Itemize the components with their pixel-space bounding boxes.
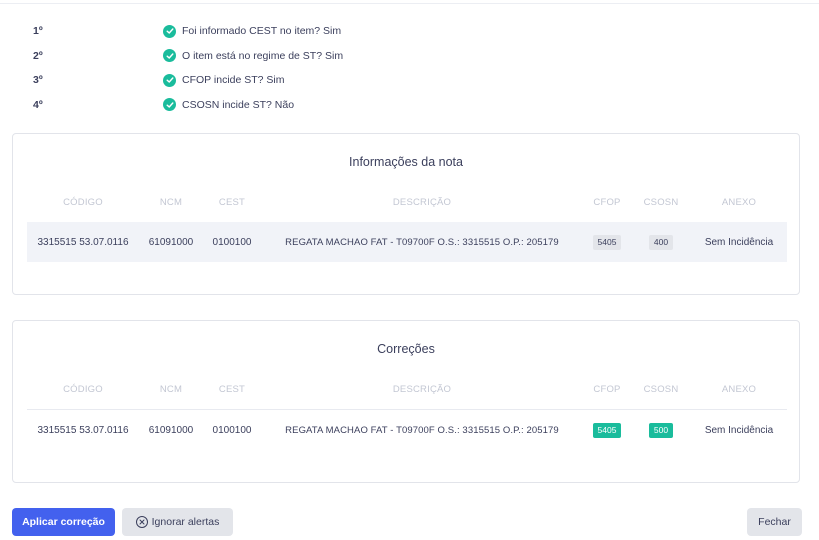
header-codigo: CÓDIGO — [63, 383, 103, 395]
header-csosn: CSOSN — [643, 196, 679, 208]
apply-correction-button[interactable]: Aplicar correção — [12, 508, 115, 536]
ignore-alerts-label: Ignorar alertas — [151, 516, 220, 528]
header-descricao: DESCRIÇÃO — [392, 383, 452, 395]
top-divider — [0, 3, 819, 4]
cfop-badge: 5405 — [592, 422, 622, 438]
cell-csosn: 500 — [639, 410, 683, 450]
cell-anexo: Sem Incidência — [704, 424, 774, 436]
header-cest: CEST — [218, 196, 246, 208]
header-anexo: ANEXO — [721, 383, 757, 395]
table-row: 3315515 53.07.0116 61091000 0100100 REGA… — [27, 222, 787, 262]
cell-codigo: 3315515 53.07.0116 — [37, 424, 129, 436]
check-circle-icon — [163, 98, 176, 112]
cell-csosn: 400 — [639, 222, 683, 262]
cell-anexo: Sem Incidência — [704, 236, 774, 248]
cell-ncm: 61091000 — [148, 236, 194, 248]
cell-ncm: 61091000 — [148, 424, 194, 436]
step-number: 1º — [33, 25, 43, 38]
cell-cest: 0100100 — [212, 236, 252, 248]
step-number: 2º — [33, 49, 43, 62]
header-ncm: NCM — [159, 383, 183, 395]
table-header: CÓDIGO NCM CEST DESCRIÇÃO CFOP CSOSN ANE… — [27, 369, 787, 409]
check-circle-icon — [163, 24, 176, 38]
check-circle-icon — [163, 73, 176, 87]
cfop-badge: 5405 — [592, 234, 622, 250]
cell-codigo: 3315515 53.07.0116 — [37, 236, 129, 248]
card-title: Informações da nota — [349, 155, 463, 169]
header-anexo: ANEXO — [721, 196, 757, 208]
header-descricao: DESCRIÇÃO — [392, 196, 452, 208]
close-circle-icon — [135, 516, 148, 528]
step-text: CSOSN incide ST? Não — [182, 98, 295, 111]
step-number: 4º — [33, 98, 43, 111]
table-header: CÓDIGO NCM CEST DESCRIÇÃO CFOP CSOSN ANE… — [27, 182, 787, 222]
check-circle-icon — [163, 49, 176, 63]
close-button[interactable]: Fechar — [747, 508, 802, 536]
step-1: 1º Foi informado CEST no item? Sim — [33, 19, 343, 44]
header-ncm: NCM — [159, 196, 183, 208]
csosn-badge: 400 — [648, 234, 674, 250]
header-codigo: CÓDIGO — [63, 196, 103, 208]
step-4: 4º CSOSN incide ST? Não — [33, 93, 343, 118]
cell-cfop: 5405 — [587, 410, 627, 450]
cell-cest: 0100100 — [212, 424, 252, 436]
step-text: CFOP incide ST? Sim — [182, 74, 285, 87]
ignore-alerts-button[interactable]: Ignorar alertas — [122, 508, 233, 536]
header-cfop: CFOP — [593, 383, 621, 395]
cell-descricao: REGATA MACHAO FAT - T09700F O.S.: 331551… — [285, 424, 559, 436]
header-cfop: CFOP — [593, 196, 621, 208]
correcoes-card: Correções CÓDIGO NCM CEST DESCRIÇÃO CFOP… — [12, 320, 800, 483]
table-row: 3315515 53.07.0116 61091000 0100100 REGA… — [27, 409, 787, 450]
step-number: 3º — [33, 74, 43, 87]
validation-steps: 1º Foi informado CEST no item? Sim 2º O … — [33, 19, 343, 117]
step-text: O item está no regime de ST? Sim — [182, 49, 344, 62]
cell-descricao: REGATA MACHAO FAT - T09700F O.S.: 331551… — [285, 236, 559, 248]
nota-info-card: Informações da nota CÓDIGO NCM CEST DESC… — [12, 133, 800, 295]
card-title: Correções — [377, 342, 435, 356]
csosn-badge: 500 — [648, 422, 674, 438]
header-csosn: CSOSN — [643, 383, 679, 395]
step-2: 2º O item está no regime de ST? Sim — [33, 44, 343, 69]
step-text: Foi informado CEST no item? Sim — [182, 25, 342, 38]
header-cest: CEST — [218, 383, 246, 395]
step-3: 3º CFOP incide ST? Sim — [33, 68, 343, 93]
cell-cfop: 5405 — [587, 222, 627, 262]
